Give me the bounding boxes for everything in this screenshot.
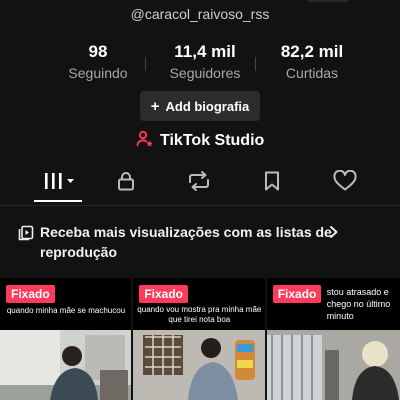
- pinned-badge: Fixado: [139, 285, 189, 303]
- heart-icon: [332, 169, 358, 197]
- stat-likes[interactable]: 82,2 mil Curtidas: [264, 42, 360, 82]
- video-caption: stou atrasado e chego no último minuto: [326, 287, 391, 321]
- tiktok-studio-button[interactable]: TikTok Studio: [136, 130, 264, 152]
- playlist-icon: [18, 225, 34, 246]
- profile-handle: @caracol_raivoso_rss: [130, 6, 270, 22]
- stat-divider: [255, 57, 256, 71]
- add-bio-button[interactable]: + Add biografia: [140, 91, 260, 121]
- video-thumbnail[interactable]: Fixado stou atrasado e chego no último m…: [266, 278, 400, 400]
- playlist-banner-text: Receba mais visualizações com as listas …: [40, 224, 332, 260]
- video-caption: quando vou mostra pra minha mãe que tire…: [137, 305, 262, 324]
- video-caption: quando minha mãe se machucou: [6, 306, 126, 315]
- stat-following-value: 98: [88, 42, 108, 61]
- add-bio-label: Add biografia: [165, 98, 250, 114]
- stat-following-label: Seguindo: [68, 65, 128, 81]
- grid-icon: [42, 170, 76, 197]
- stat-followers[interactable]: 11,4 mil Seguidores: [157, 42, 253, 82]
- video-thumbnail-image: [133, 330, 265, 400]
- plus-icon: +: [150, 97, 160, 115]
- video-thumbnail[interactable]: Fixado quando minha mãe se machucou: [0, 278, 132, 400]
- playlist-banner[interactable]: Receba mais visualizações com as listas …: [18, 222, 378, 262]
- stat-divider: [145, 57, 146, 71]
- studio-icon: [136, 130, 154, 153]
- lock-icon: [115, 170, 137, 197]
- pinned-badge: Fixado: [6, 285, 55, 303]
- stat-likes-value: 82,2 mil: [280, 42, 344, 61]
- tabs-divider: [0, 205, 400, 206]
- tab-videos[interactable]: [38, 168, 80, 198]
- stat-followers-value: 11,4 mil: [174, 42, 236, 61]
- pinned-badge: Fixado: [272, 285, 322, 303]
- video-thumbnail-image: [0, 330, 132, 400]
- video-thumbnail[interactable]: Fixado quando vou mostra pra minha mãe q…: [133, 278, 265, 400]
- profile-tabs: [0, 168, 400, 202]
- studio-label: TikTok Studio: [160, 132, 265, 149]
- stats-row: 98 Seguindo 11,4 mil Seguidores 82,2 mil…: [50, 42, 360, 82]
- bookmark-icon: [261, 170, 283, 197]
- top-pill: [306, 0, 350, 2]
- video-grid: Fixado quando minha mãe se machucou Fixa…: [0, 278, 400, 400]
- tab-saved[interactable]: [252, 168, 292, 198]
- repost-icon: [186, 170, 212, 197]
- tab-liked[interactable]: [325, 168, 365, 198]
- stat-likes-label: Curtidas: [285, 65, 339, 81]
- tab-private[interactable]: [106, 168, 146, 198]
- video-thumbnail-image: [266, 330, 400, 400]
- stat-followers-label: Seguidores: [169, 65, 241, 81]
- chevron-right-icon: [328, 224, 340, 245]
- active-tab-indicator: [34, 200, 82, 202]
- stat-following[interactable]: 98 Seguindo: [50, 42, 146, 82]
- tab-reposts[interactable]: [179, 168, 219, 198]
